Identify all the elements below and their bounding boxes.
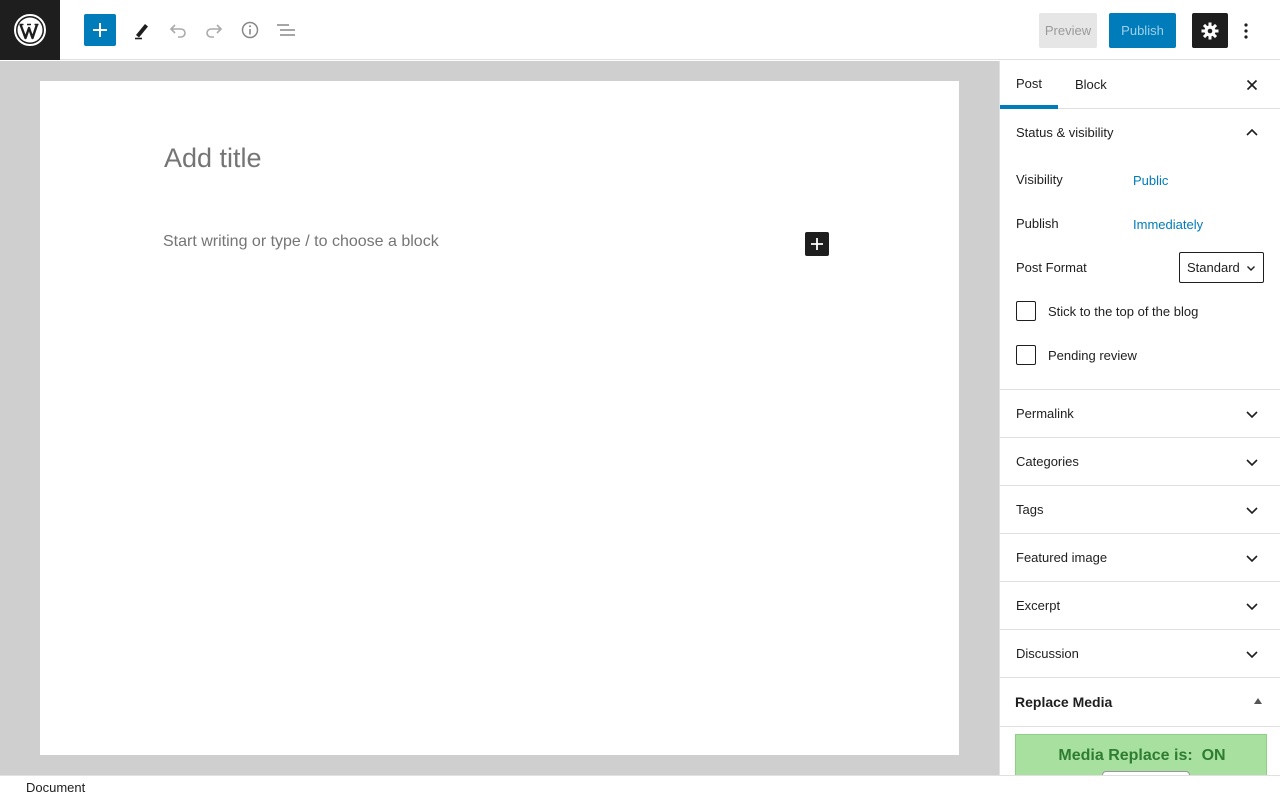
wordpress-logo-icon[interactable] xyxy=(0,0,60,60)
publish-button[interactable]: Publish xyxy=(1109,13,1176,48)
publish-label: Publish xyxy=(1016,216,1059,231)
visibility-toggle[interactable]: Public xyxy=(1133,173,1168,188)
post-format-select[interactable]: Standard xyxy=(1179,252,1264,283)
post-title-input[interactable]: Add title xyxy=(164,143,262,174)
collapse-triangle-icon[interactable] xyxy=(1254,698,1262,704)
discussion-panel[interactable]: Discussion xyxy=(1000,630,1280,678)
chevron-down-icon xyxy=(1246,603,1258,611)
sidebar-tabs: Post Block xyxy=(1000,61,1280,109)
details-button[interactable] xyxy=(232,12,268,48)
tab-block[interactable]: Block xyxy=(1075,61,1107,109)
list-view-button[interactable] xyxy=(268,12,304,48)
add-block-button[interactable] xyxy=(84,14,116,46)
status-visibility-toggle[interactable]: Status & visibility xyxy=(1016,109,1114,157)
chevron-down-icon xyxy=(1246,555,1258,563)
chevron-down-icon xyxy=(1246,459,1258,467)
vertical-ellipsis-icon xyxy=(1244,22,1248,39)
chevron-up-icon[interactable] xyxy=(1244,125,1260,141)
redo-button[interactable] xyxy=(196,12,232,48)
info-icon xyxy=(241,21,259,39)
panel-title: Tags xyxy=(1016,502,1044,517)
settings-sidebar: Post Block Status & visibility Visibilit… xyxy=(999,61,1280,775)
publish-date-toggle[interactable]: Immediately xyxy=(1133,217,1203,232)
chevron-down-icon xyxy=(1247,266,1255,271)
pending-review-checkbox[interactable] xyxy=(1016,345,1036,365)
panel-title: Discussion xyxy=(1016,646,1079,661)
replace-media-panel[interactable]: Replace Media xyxy=(1000,677,1280,727)
post-format-value: Standard xyxy=(1187,260,1240,275)
post-format-label: Post Format xyxy=(1016,260,1087,275)
pending-review-label: Pending review xyxy=(1048,348,1137,363)
media-replace-status-banner: Media Replace is: ON xyxy=(1015,734,1267,775)
undo-button[interactable] xyxy=(160,12,196,48)
media-replace-status-text: Media Replace is: ON xyxy=(1058,747,1226,764)
settings-button[interactable] xyxy=(1192,13,1228,48)
top-toolbar: Preview Publish xyxy=(0,0,1280,60)
inline-add-block-button[interactable] xyxy=(805,232,829,256)
editor-canvas: Add title Start writing or type / to cho… xyxy=(0,61,999,775)
chevron-down-icon xyxy=(1246,651,1258,659)
close-sidebar-button[interactable] xyxy=(1240,73,1264,97)
tab-post[interactable]: Post xyxy=(1000,61,1058,109)
tags-panel[interactable]: Tags xyxy=(1000,486,1280,534)
sticky-checkbox[interactable] xyxy=(1016,301,1036,321)
plus-icon xyxy=(93,23,107,37)
gear-icon xyxy=(1201,22,1219,39)
featured-image-panel[interactable]: Featured image xyxy=(1000,534,1280,582)
breadcrumb-document[interactable]: Document xyxy=(26,780,85,795)
block-breadcrumb-bar: Document xyxy=(0,775,1280,800)
plus-icon xyxy=(811,238,823,250)
status-visibility-panel: Status & visibility Visibility Public Pu… xyxy=(1000,109,1280,390)
editor-sheet[interactable]: Add title Start writing or type / to cho… xyxy=(40,81,959,755)
tools-button[interactable] xyxy=(124,12,160,48)
redo-icon xyxy=(206,24,223,38)
panel-title: Featured image xyxy=(1016,550,1108,565)
chevron-down-icon xyxy=(1246,411,1258,419)
panel-title: Permalink xyxy=(1016,406,1074,421)
sticky-checkbox-label: Stick to the top of the blog xyxy=(1048,304,1199,319)
undo-icon xyxy=(169,24,186,38)
categories-panel[interactable]: Categories xyxy=(1000,438,1280,486)
pencil-icon xyxy=(135,24,148,40)
preview-button[interactable]: Preview xyxy=(1039,13,1097,48)
replace-media-title: Replace Media xyxy=(1015,694,1113,710)
visibility-label: Visibility xyxy=(1016,172,1063,187)
default-block-placeholder[interactable]: Start writing or type / to choose a bloc… xyxy=(163,233,439,251)
panel-title: Categories xyxy=(1016,454,1079,469)
panel-title: Excerpt xyxy=(1016,598,1061,613)
permalink-panel[interactable]: Permalink xyxy=(1000,390,1280,438)
chevron-down-icon xyxy=(1246,507,1258,515)
excerpt-panel[interactable]: Excerpt xyxy=(1000,582,1280,630)
close-icon xyxy=(1246,79,1258,91)
list-view-icon xyxy=(277,24,295,36)
more-options-button[interactable] xyxy=(1236,13,1256,48)
